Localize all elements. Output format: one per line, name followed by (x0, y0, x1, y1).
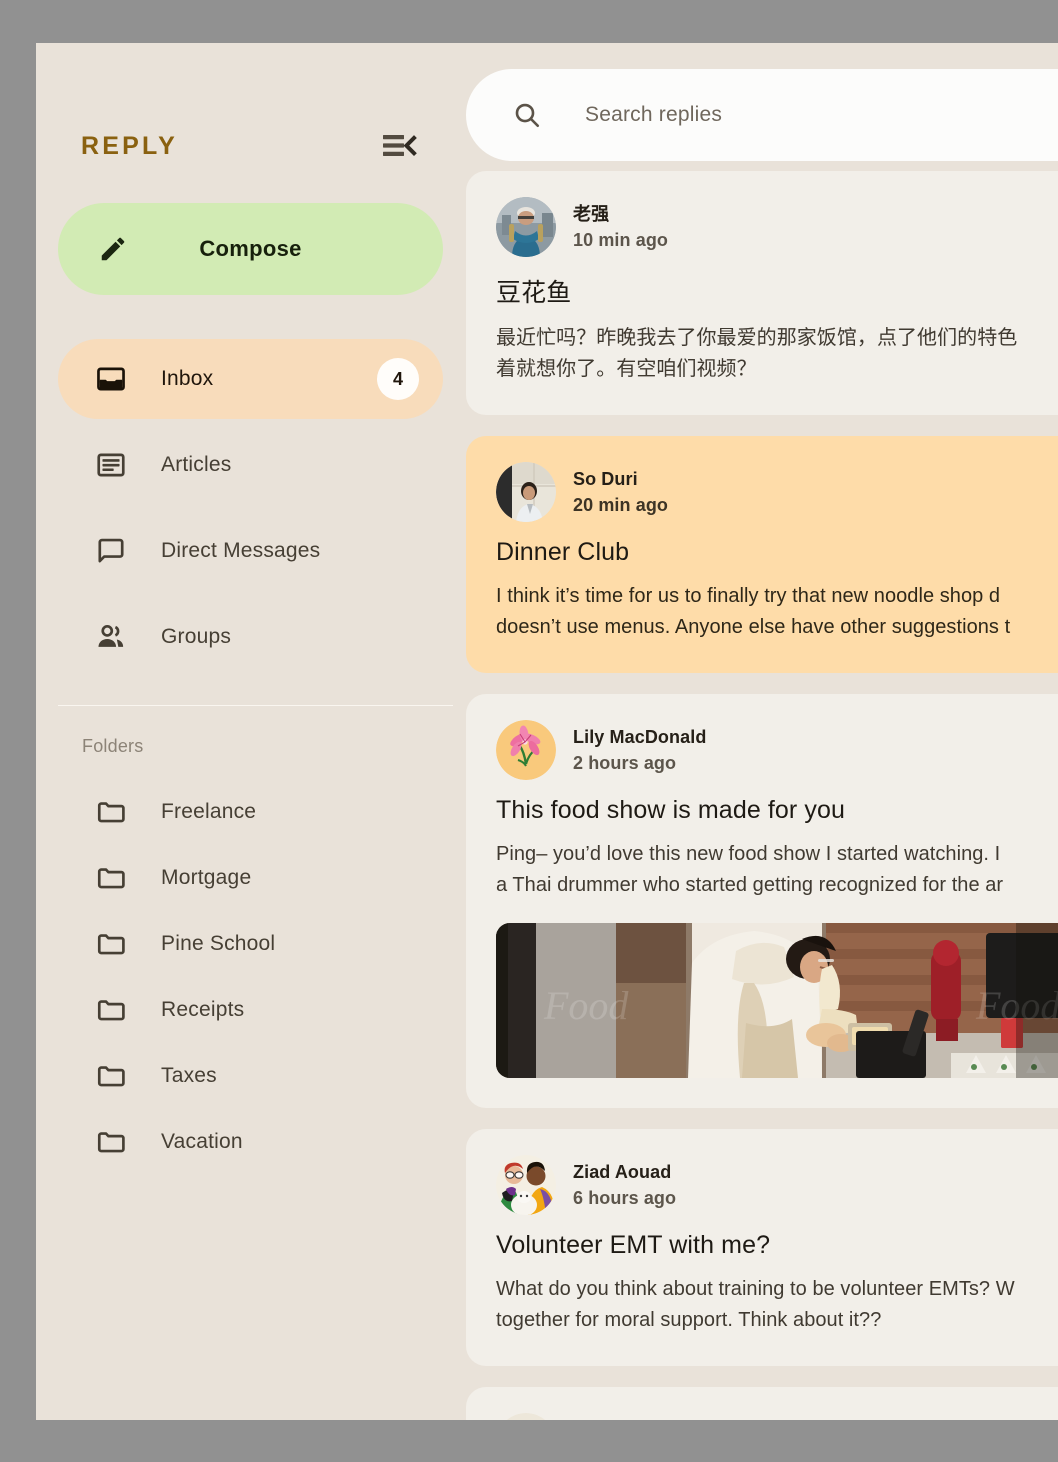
compose-button[interactable]: Compose (58, 203, 443, 295)
sender-timestamp: 6 hours ago (573, 1188, 677, 1208)
sender-timestamp: 20 min ago (573, 495, 669, 515)
reply-card[interactable]: Lily MacDonald 2 hours ago This food sho… (466, 694, 1058, 1108)
card-preview-body: I think it’s time for us to finally try … (496, 585, 1011, 638)
card-header: Lily MacDonald 2 hours ago (496, 720, 1058, 780)
card-preview-body: What do you think about training to be v… (496, 1278, 1015, 1331)
sender-block: So Duri 20 min ago (573, 467, 668, 518)
sidebar-item-direct-messages[interactable]: Direct Messages (58, 511, 443, 591)
card-preview-body: 最近忙吗？昨晚我去了你最爱的那家饭馆，点了他们的特色 着就想你了。有空咱们视频？ (496, 327, 1018, 380)
sender-name: 老强 (573, 203, 610, 224)
sidebar-folder-pine-school[interactable]: Pine School (58, 911, 443, 977)
sidebar-header: REPLY (36, 43, 442, 166)
sidebar-folder-label: Freelance (161, 800, 257, 823)
sidebar-folder-vacation[interactable]: Vacation (58, 1109, 443, 1175)
folder-icon (95, 862, 127, 894)
sender-name: Ziad Aouad (573, 1161, 672, 1182)
pencil-icon (98, 234, 128, 264)
compose-button-label: Compose (199, 236, 302, 261)
sender-timestamp: 2 hours ago (573, 753, 677, 773)
card-header (496, 1413, 1058, 1420)
card-subject: This food show is made for you (496, 796, 845, 824)
card-subject: Volunteer EMT with me? (496, 1231, 771, 1259)
sidebar-nav-list: Inbox 4 Articles Direct Messages Groups (36, 339, 443, 677)
sidebar-folder-list: Freelance Mortgage Pine School Receipts (36, 779, 442, 1175)
sidebar-folder-label: Pine School (161, 932, 276, 955)
reply-card-list: 老强 10 min ago 豆花鱼 最近忙吗？昨晚我去了你最爱的那家饭馆，点了他… (466, 171, 1058, 1420)
search-input[interactable] (585, 103, 1058, 127)
sidebar-folder-label: Receipts (161, 998, 245, 1021)
card-header: 老强 10 min ago (496, 197, 1058, 257)
reply-card[interactable]: So Duri 20 min ago Dinner Club I think i… (466, 436, 1058, 673)
people-icon (95, 621, 127, 653)
card-preview-body: Ping– you’d love this new food show I st… (496, 843, 1004, 896)
card-header: Ziad Aouad 6 hours ago (496, 1155, 1058, 1215)
sidebar-folder-label: Taxes (161, 1064, 217, 1087)
avatar (496, 1155, 556, 1215)
content-pane: 老强 10 min ago 豆花鱼 最近忙吗？昨晚我去了你最爱的那家饭馆，点了他… (466, 43, 1058, 1420)
folder-icon (95, 994, 127, 1026)
avatar (496, 1413, 556, 1420)
inbox-icon (95, 363, 127, 395)
folder-icon (95, 796, 127, 828)
card-header: So Duri 20 min ago (496, 462, 1058, 522)
avatar (496, 720, 556, 780)
sidebar-folder-label: Vacation (161, 1130, 243, 1153)
sidebar-item-label: Articles (161, 453, 232, 476)
sidebar-folder-mortgage[interactable]: Mortgage (58, 845, 443, 911)
article-icon (95, 449, 127, 481)
reply-card[interactable]: Ziad Aouad 6 hours ago Volunteer EMT wit… (466, 1129, 1058, 1366)
card-subject: Dinner Club (496, 538, 630, 566)
sidebar-folder-freelance[interactable]: Freelance (58, 779, 443, 845)
search-bar[interactable] (466, 69, 1058, 161)
sidebar-folder-receipts[interactable]: Receipts (58, 977, 443, 1043)
sidebar: REPLY Compose Inbox 4 Articles Direct Me… (36, 43, 466, 1420)
menu-collapse-icon[interactable] (383, 133, 417, 159)
card-subject: 豆花鱼 (496, 279, 572, 307)
sidebar-item-articles[interactable]: Articles (58, 425, 443, 505)
app-window: REPLY Compose Inbox 4 Articles Direct Me… (36, 43, 1058, 1420)
reply-card[interactable] (466, 1387, 1058, 1420)
folder-icon (95, 1126, 127, 1158)
inbox-unread-badge: 4 (377, 358, 419, 400)
reply-card[interactable]: 老强 10 min ago 豆花鱼 最近忙吗？昨晚我去了你最爱的那家饭馆，点了他… (466, 171, 1058, 415)
sender-block: Ziad Aouad 6 hours ago (573, 1160, 676, 1211)
sender-block: 老强 10 min ago (573, 202, 668, 253)
avatar (496, 197, 556, 257)
svg-text:Food: Food (543, 983, 629, 1028)
sender-name: Lily MacDonald (573, 726, 707, 747)
folder-icon (95, 928, 127, 960)
card-thumbnail-image: Food Food (496, 923, 1058, 1078)
app-brand-title: REPLY (81, 131, 179, 160)
sidebar-item-groups[interactable]: Groups (58, 597, 443, 677)
search-icon (512, 100, 542, 130)
sidebar-item-label: Direct Messages (161, 539, 321, 562)
sender-block: Lily MacDonald 2 hours ago (573, 725, 706, 776)
sidebar-folder-label: Mortgage (161, 866, 252, 889)
sidebar-item-label: Groups (161, 625, 232, 648)
sender-timestamp: 10 min ago (573, 230, 669, 250)
chat-icon (95, 535, 127, 567)
folder-icon (95, 1060, 127, 1092)
sender-name: So Duri (573, 468, 638, 489)
sidebar-item-label: Inbox (161, 367, 214, 390)
sidebar-divider (58, 705, 453, 706)
sidebar-folder-taxes[interactable]: Taxes (58, 1043, 443, 1109)
sidebar-item-inbox[interactable]: Inbox 4 (58, 339, 443, 419)
avatar (496, 462, 556, 522)
folders-section-label: Folders (82, 736, 144, 756)
